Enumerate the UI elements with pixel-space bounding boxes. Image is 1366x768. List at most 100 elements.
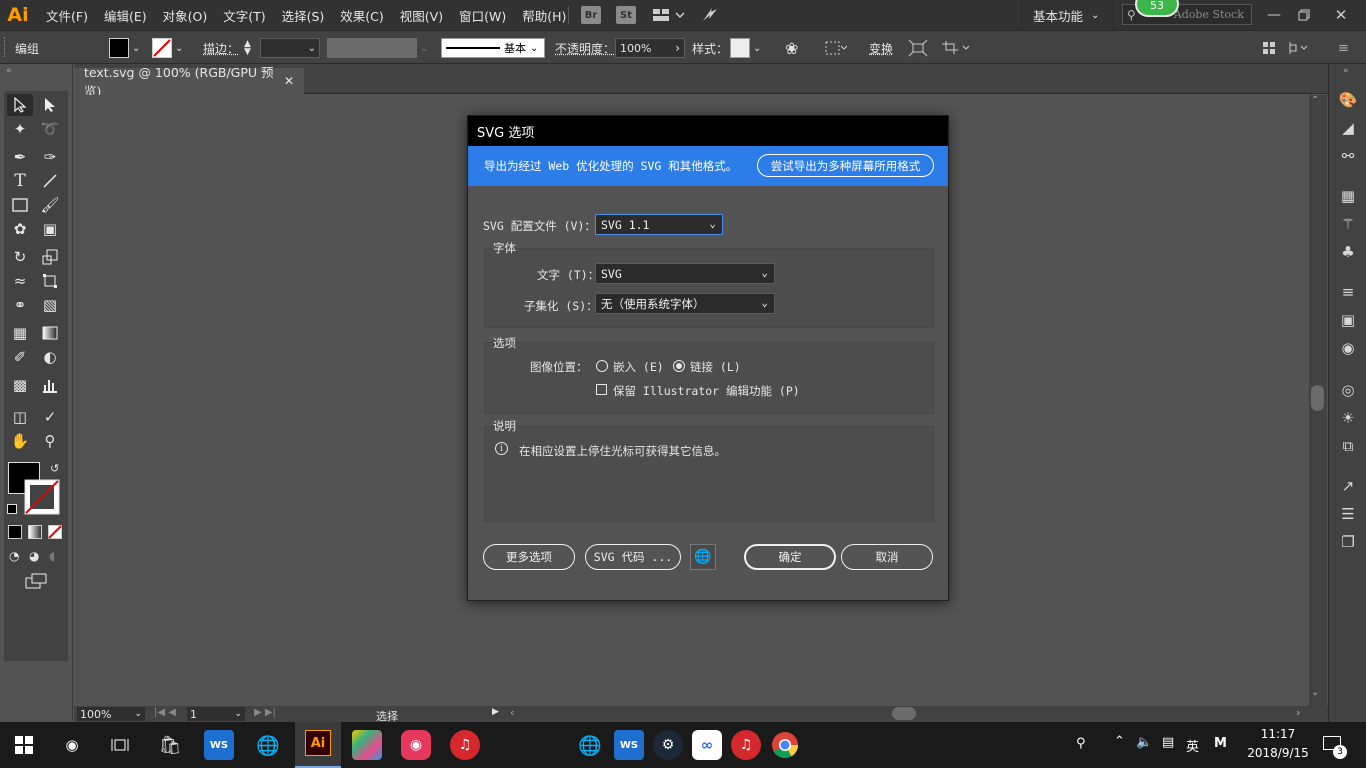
width-tool-icon[interactable]: ≈ [7, 270, 33, 292]
artboard-navigator[interactable]: 1 ⌄ [187, 707, 245, 721]
steam-icon[interactable]: ⚙ [653, 730, 683, 760]
align-icon[interactable] [825, 31, 847, 65]
pinned-globe-icon[interactable]: 🌐 [575, 730, 605, 760]
isolate-group-icon[interactable] [908, 31, 928, 65]
color-mode-icon[interactable] [8, 525, 22, 539]
scale-tool-icon[interactable] [37, 246, 63, 268]
task-view-icon[interactable] [105, 730, 135, 760]
zoom-field[interactable]: 100% ⌄ [77, 707, 145, 721]
scroll-right-icon[interactable]: › [1296, 706, 1300, 719]
magic-wand-tool-icon[interactable]: ✦ [7, 118, 33, 140]
chevron-down-icon[interactable]: ⌄ [1311, 687, 1319, 698]
swatches-panel-icon[interactable]: ▦ [1338, 186, 1358, 206]
color-panel-icon[interactable]: 🎨 [1338, 90, 1358, 110]
shape-builder-tool-icon[interactable]: ⚭ [7, 294, 33, 316]
brushes-panel-icon[interactable]: ⚚ [1338, 214, 1358, 234]
horizontal-scrollbar-thumb[interactable] [892, 707, 916, 720]
chrome-icon[interactable] [770, 730, 800, 760]
webstorm-icon[interactable]: WS [204, 730, 234, 760]
lasso-tool-icon[interactable]: ➰ [37, 118, 63, 140]
cancel-button[interactable]: 取消 [841, 544, 933, 570]
puppet-warp-icon[interactable] [940, 31, 974, 65]
perspective-grid-tool-icon[interactable]: ▧ [37, 294, 63, 316]
pen-tool-icon[interactable]: ✒ [7, 146, 33, 168]
windows-start-icon[interactable] [9, 730, 39, 760]
people-icon[interactable]: ⚲ [1076, 736, 1086, 751]
type-select[interactable]: SVG ⌄ [595, 263, 775, 284]
swap-colors-icon[interactable]: ↺ [50, 462, 59, 475]
draw-inside-icon[interactable]: ◖ [49, 549, 55, 563]
layers-panel-icon[interactable]: ☰ [1338, 504, 1358, 524]
stroke-label[interactable]: 描边： [203, 31, 239, 65]
symbol-sprayer-tool-icon[interactable]: ▩ [7, 374, 33, 396]
arrange-icon[interactable] [1262, 31, 1276, 65]
subset-select[interactable]: 无（使用系统字体） ⌄ [595, 293, 775, 314]
illustrator-taskbar-item[interactable]: Ai [295, 722, 341, 768]
default-colors-icon[interactable] [7, 504, 17, 514]
chevron-up-icon[interactable]: ⌃ [1311, 95, 1319, 106]
artboard-tool-icon[interactable]: ◫ [7, 406, 33, 428]
grip-handle[interactable] [4, 37, 8, 57]
menu-select[interactable]: 选择(S) [274, 6, 333, 25]
ok-button[interactable]: 确定 [744, 544, 836, 570]
line-segment-tool-icon[interactable] [37, 170, 63, 192]
appearance-panel-icon[interactable]: ◎ [1338, 380, 1358, 400]
workspace-switcher[interactable]: 基本功能 ⌄ [1033, 0, 1099, 30]
baidu-netdisk-icon[interactable]: ∞ [692, 730, 722, 760]
vertical-scrollbar[interactable]: ⌃ ⌄ [1309, 95, 1327, 706]
menu-type[interactable]: 文字(T) [215, 6, 273, 25]
export-for-screens-button[interactable]: 尝试导出为多种屏幕所用格式 [757, 154, 934, 177]
recolor-artwork-icon[interactable]: ❀ [785, 31, 798, 65]
menu-view[interactable]: 视图(V) [392, 6, 451, 25]
preserve-editing-checkbox[interactable] [596, 384, 607, 395]
none-mode-icon[interactable] [48, 525, 62, 539]
minimize-icon[interactable]: — [1262, 4, 1286, 26]
restore-icon[interactable] [1292, 4, 1316, 26]
direct-selection-tool-icon[interactable] [37, 94, 63, 116]
eraser-tool-icon[interactable]: ▣ [37, 218, 63, 240]
draw-normal-icon[interactable]: ◔ [9, 549, 19, 563]
distribute-icon[interactable] [1288, 31, 1308, 65]
paintbrush-tool-icon[interactable]: 🖌 [37, 194, 63, 216]
menu-edit[interactable]: 编辑(E) [96, 6, 155, 25]
close-tab-icon[interactable]: ✕ [284, 74, 294, 88]
svg-profile-select[interactable]: SVG 1.1 ⌄ [595, 214, 723, 235]
stroke-panel-icon[interactable]: ≡ [1338, 282, 1358, 302]
stock-button[interactable]: St [616, 4, 636, 26]
browser-globe-icon[interactable]: 🌐 [253, 730, 283, 760]
menu-window[interactable]: 窗口(W) [451, 6, 514, 25]
document-tab[interactable]: text.svg @ 100% (RGB/GPU 预览) ✕ [74, 65, 304, 99]
stroke-swatch[interactable]: ⌄ [152, 31, 183, 65]
hand-tool-icon[interactable]: ✋ [7, 430, 33, 452]
stroke-weight-stepper[interactable]: ▲ ▼ ⌄ [244, 31, 320, 65]
close-icon[interactable]: ✕ [1326, 4, 1356, 26]
rectangle-tool-icon[interactable] [7, 194, 33, 216]
first-artboard-icon[interactable]: |◀ ◀ [154, 707, 176, 718]
cortana-icon[interactable]: ◉ [57, 730, 87, 760]
pinned-webstorm-icon[interactable]: WS [614, 730, 644, 760]
panel-menu-icon[interactable]: ≡ [1338, 31, 1349, 65]
network-icon[interactable]: ▤ [1162, 735, 1174, 750]
more-options-button[interactable]: 更多选项 [483, 544, 575, 570]
fill-swatch[interactable]: ⌄ [109, 31, 140, 65]
variable-width-profile[interactable] [327, 38, 417, 58]
clock[interactable]: 11:17 2018/9/15 [1246, 727, 1310, 760]
slice-tool-icon[interactable]: ✓ [37, 406, 63, 428]
symbols-panel-icon[interactable]: ♣ [1338, 242, 1358, 262]
scrollbar-thumb[interactable] [1311, 385, 1324, 411]
gradient-mode-icon[interactable] [28, 525, 42, 539]
last-artboard-icon[interactable]: ▶ ▶| [254, 707, 276, 718]
mesh-tool-icon[interactable]: ▦ [7, 322, 33, 344]
input-method-icon[interactable]: M [1214, 736, 1227, 751]
ime-indicator[interactable]: 英 [1186, 736, 1199, 755]
menu-help[interactable]: 帮助(H) [514, 6, 574, 25]
store-icon[interactable]: 🛍 [155, 730, 185, 760]
stroke-color-swatch[interactable] [24, 479, 60, 515]
pinned-netease-music-icon[interactable]: ♫ [731, 730, 761, 760]
eyedropper-tool-icon[interactable]: ✐ [7, 346, 33, 368]
graphic-styles-icon[interactable]: ☀ [1338, 408, 1358, 428]
curvature-tool-icon[interactable]: ✑ [37, 146, 63, 168]
type-tool-icon[interactable]: T [7, 170, 33, 192]
menu-object[interactable]: 对象(O) [155, 6, 216, 25]
brush-definition-dropdown[interactable]: 基本 ⌄ [441, 38, 545, 58]
